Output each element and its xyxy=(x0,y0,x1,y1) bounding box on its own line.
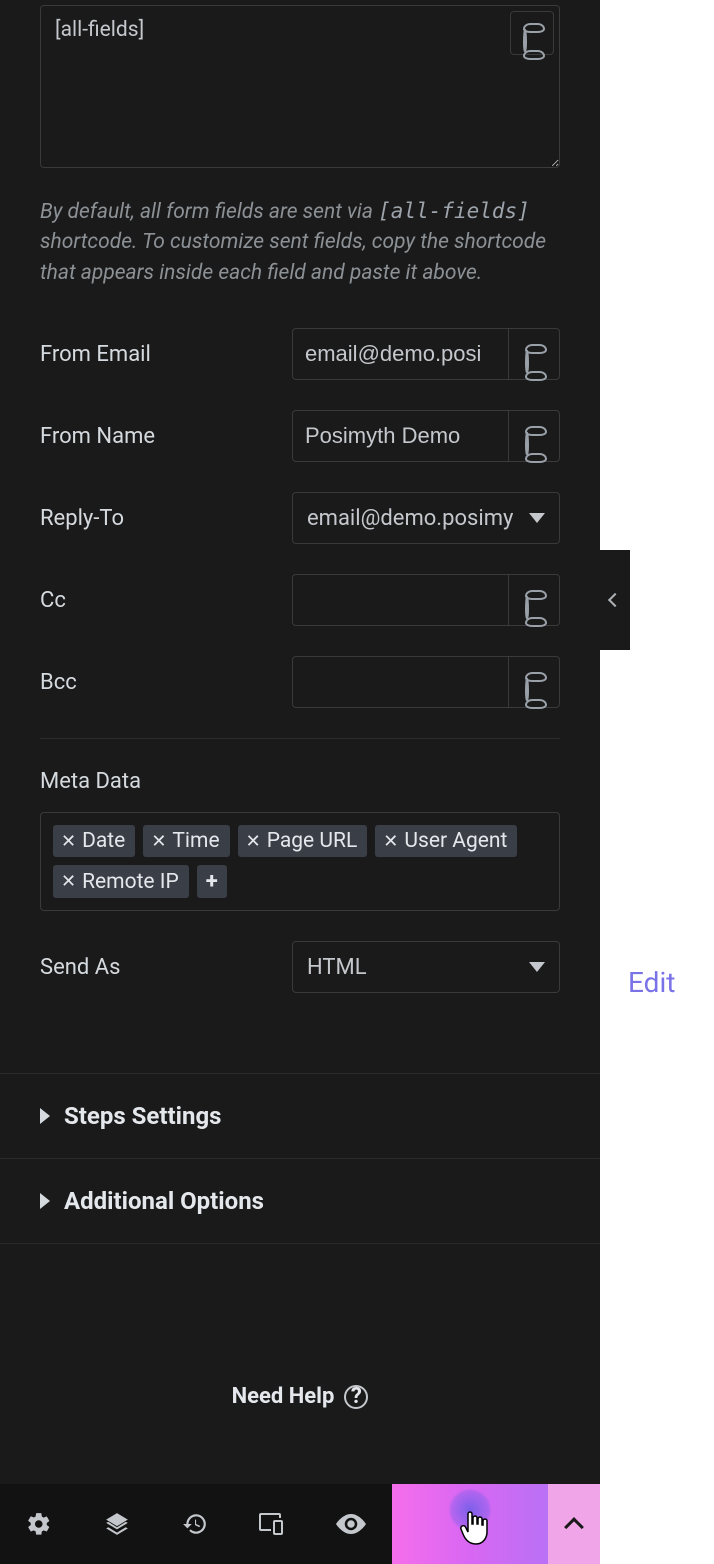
close-icon[interactable]: ✕ xyxy=(151,831,166,852)
caret-right-icon xyxy=(40,1108,50,1124)
database-icon xyxy=(525,590,543,610)
from-email-input[interactable] xyxy=(292,328,508,380)
help-pre: By default, all form fields are sent via xyxy=(40,200,378,224)
meta-tag[interactable]: ✕Time xyxy=(143,825,229,857)
accordion-additional-options[interactable]: Additional Options xyxy=(0,1159,600,1244)
edit-link[interactable]: Edit xyxy=(628,966,675,999)
eye-icon xyxy=(336,1514,366,1534)
responsive-button[interactable] xyxy=(234,1484,312,1564)
publish-button[interactable] xyxy=(392,1484,548,1564)
meta-tag-add-button[interactable]: + xyxy=(197,865,227,898)
chevron-up-icon xyxy=(564,1517,584,1537)
meta-tag[interactable]: ✕Page URL xyxy=(238,825,368,857)
bcc-input[interactable] xyxy=(292,656,508,708)
divider xyxy=(40,738,560,739)
history-button[interactable] xyxy=(156,1484,234,1564)
history-icon xyxy=(182,1511,208,1537)
send-as-value: HTML xyxy=(307,955,367,980)
meta-tag[interactable]: ✕User Agent xyxy=(375,825,517,857)
preview-button[interactable] xyxy=(312,1484,390,1564)
accordion-label: Steps Settings xyxy=(64,1102,221,1130)
caret-right-icon xyxy=(40,1193,50,1209)
layers-icon xyxy=(104,1511,130,1537)
accordion-label: Additional Options xyxy=(64,1187,264,1215)
cc-dynamic-button[interactable] xyxy=(508,574,560,626)
accordion-steps-settings[interactable]: Steps Settings xyxy=(0,1074,600,1159)
collapse-panel-button[interactable] xyxy=(600,550,630,650)
cc-input[interactable] xyxy=(292,574,508,626)
reply-to-select[interactable]: email@demo.posimy xyxy=(292,492,560,544)
close-icon[interactable]: ✕ xyxy=(61,871,76,892)
send-as-label: Send As xyxy=(40,955,120,980)
message-help-text: By default, all form fields are sent via… xyxy=(40,196,560,288)
message-dynamic-button[interactable] xyxy=(510,11,554,55)
devices-icon xyxy=(259,1513,287,1535)
reply-to-label: Reply-To xyxy=(40,506,124,531)
help-code: [all-fields] xyxy=(378,199,530,223)
bcc-label: Bcc xyxy=(40,670,77,695)
need-help-link[interactable]: Need Help ? xyxy=(0,1384,600,1409)
chevron-down-icon xyxy=(529,962,545,972)
database-icon xyxy=(525,344,543,364)
help-post: shortcode. To customize sent fields, cop… xyxy=(40,230,546,284)
navigator-button[interactable] xyxy=(78,1484,156,1564)
from-name-dynamic-button[interactable] xyxy=(508,410,560,462)
need-help-label: Need Help xyxy=(232,1384,335,1409)
close-icon[interactable]: ✕ xyxy=(246,831,261,852)
from-name-input[interactable] xyxy=(292,410,508,462)
publish-options-button[interactable] xyxy=(548,1484,600,1564)
database-icon xyxy=(523,23,541,43)
from-email-label: From Email xyxy=(40,342,151,367)
meta-tag[interactable]: ✕Date xyxy=(53,825,135,857)
close-icon[interactable]: ✕ xyxy=(61,831,76,852)
cc-label: Cc xyxy=(40,588,66,613)
gear-icon xyxy=(26,1511,52,1537)
help-icon: ? xyxy=(344,1385,368,1409)
from-name-label: From Name xyxy=(40,424,155,449)
meta-data-title: Meta Data xyxy=(40,769,560,794)
chevron-left-icon xyxy=(608,593,622,607)
send-as-select[interactable]: HTML xyxy=(292,941,560,993)
meta-tag[interactable]: ✕Remote IP xyxy=(53,865,189,898)
from-email-dynamic-button[interactable] xyxy=(508,328,560,380)
settings-button[interactable] xyxy=(0,1484,78,1564)
meta-tags-box[interactable]: ✕Date ✕Time ✕Page URL ✕User Agent ✕Remot… xyxy=(40,812,560,911)
chevron-down-icon xyxy=(529,513,545,523)
bcc-dynamic-button[interactable] xyxy=(508,656,560,708)
database-icon xyxy=(525,426,543,446)
message-textarea[interactable]: [all-fields] xyxy=(40,5,560,168)
database-icon xyxy=(525,672,543,692)
close-icon[interactable]: ✕ xyxy=(383,831,398,852)
reply-to-value: email@demo.posimy xyxy=(307,506,513,531)
